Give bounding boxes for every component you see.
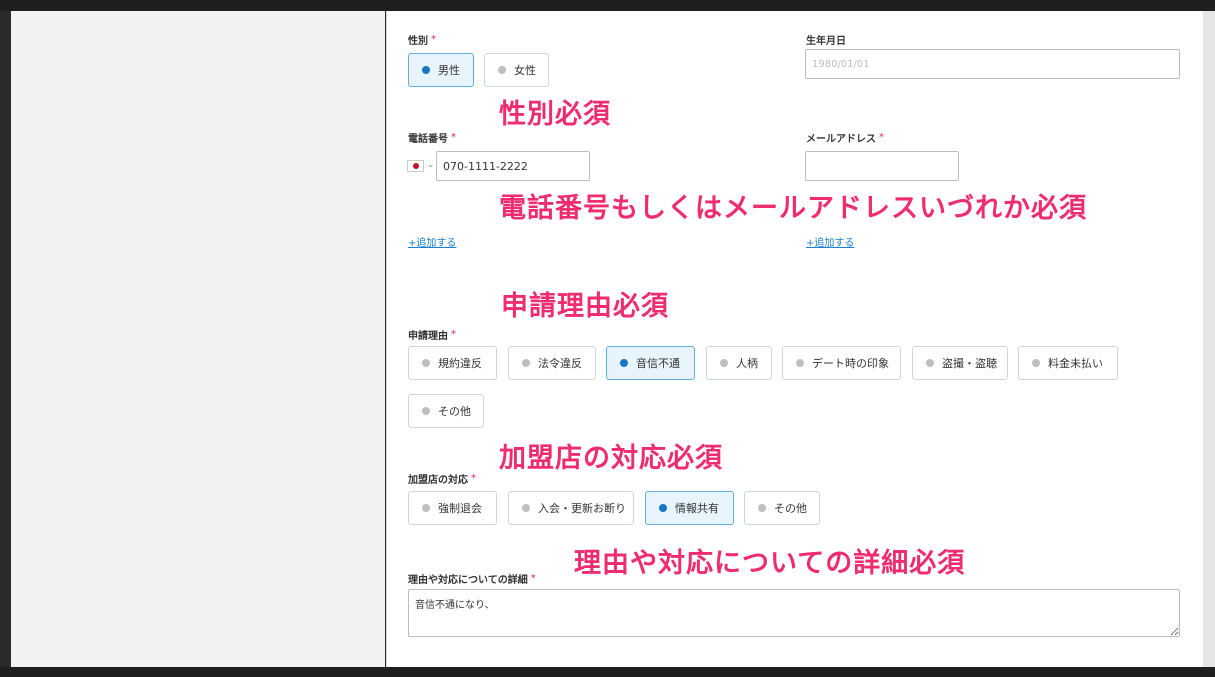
bottom-strip (0, 667, 1215, 677)
detail-label-text: 理由や対応についての詳細 (408, 575, 528, 586)
option-label: 規約違反 (438, 357, 482, 370)
annotation-response: 加盟店の対応必須 (499, 443, 723, 474)
radio-dot-icon (926, 359, 934, 367)
annotation-detail: 理由や対応についての詳細必須 (574, 548, 966, 579)
birthdate-label: 生年月日 (806, 36, 846, 47)
annotation-reason: 申請理由必須 (501, 291, 669, 322)
radio-dot-icon (422, 504, 430, 512)
reason-option-date-impression[interactable]: デート時の印象 (782, 346, 901, 380)
reason-label-text: 申請理由 (408, 331, 448, 342)
reason-option-unpaid-fee[interactable]: 料金未払い (1018, 346, 1118, 380)
option-label: デート時の印象 (812, 357, 889, 370)
option-label: 情報共有 (675, 502, 719, 515)
option-label: 男性 (438, 64, 460, 77)
phone-label-text: 電話番号 (408, 134, 448, 145)
option-label: 入会・更新お断り (538, 502, 626, 515)
radio-dot-icon (422, 407, 430, 415)
detail-textarea[interactable]: 音信不通になり、 (408, 589, 1180, 637)
option-label: 強制退会 (438, 502, 482, 515)
phone-value: 070-1111-2222 (443, 159, 528, 173)
radio-dot-icon (720, 359, 728, 367)
flag-sun-icon (413, 163, 419, 169)
radio-dot-icon (620, 359, 628, 367)
reason-option-terms-violation[interactable]: 規約違反 (408, 346, 497, 380)
response-option-info-sharing[interactable]: 情報共有 (645, 491, 734, 525)
annotation-contact: 電話番号もしくはメールアドレスいづれか必須 (499, 193, 1087, 224)
response-required-mark: * (471, 473, 476, 484)
email-add-link[interactable]: +追加する (806, 234, 854, 249)
response-option-other[interactable]: その他 (744, 491, 820, 525)
annotation-gender: 性別必須 (499, 99, 611, 130)
reason-option-voyeurism[interactable]: 盗撮・盗聴 (912, 346, 1008, 380)
gender-label: 性別 * (408, 32, 436, 47)
japan-flag-icon[interactable] (407, 160, 424, 172)
chevron-down-icon[interactable]: ⌄ (427, 160, 435, 170)
detail-label: 理由や対応についての詳細 * (408, 571, 536, 586)
radio-dot-icon (1032, 359, 1040, 367)
right-scroll-gutter (1203, 11, 1215, 667)
option-label: 女性 (514, 64, 536, 77)
option-label: その他 (774, 502, 807, 515)
phone-input[interactable]: 070-1111-2222 (436, 151, 590, 181)
option-label: 法令違反 (538, 357, 582, 370)
radio-dot-icon (498, 66, 506, 74)
response-label-text: 加盟店の対応 (408, 475, 468, 486)
radio-dot-icon (796, 359, 804, 367)
gender-option-female[interactable]: 女性 (484, 53, 549, 87)
radio-dot-icon (522, 359, 530, 367)
radio-dot-icon (758, 504, 766, 512)
response-label: 加盟店の対応 * (408, 471, 476, 486)
birthdate-placeholder: 1980/01/01 (812, 58, 870, 70)
email-required-mark: * (879, 132, 884, 143)
gender-label-text: 性別 (408, 36, 428, 47)
option-label: 人柄 (736, 357, 758, 370)
reason-option-law-violation[interactable]: 法令違反 (508, 346, 596, 380)
reason-option-other[interactable]: その他 (408, 394, 484, 428)
reason-label: 申請理由 * (408, 327, 456, 342)
reason-option-no-contact[interactable]: 音信不通 (606, 346, 695, 380)
gender-option-male[interactable]: 男性 (408, 53, 474, 87)
reason-required-mark: * (451, 329, 456, 340)
response-option-refuse-membership[interactable]: 入会・更新お断り (508, 491, 634, 525)
left-panel (11, 11, 385, 667)
radio-dot-icon (522, 504, 530, 512)
reason-option-personality[interactable]: 人柄 (706, 346, 772, 380)
email-label: メールアドレス * (806, 130, 884, 145)
phone-add-link[interactable]: +追加する (408, 234, 456, 249)
radio-dot-icon (422, 359, 430, 367)
option-label: その他 (438, 405, 471, 418)
response-option-forced-withdrawal[interactable]: 強制退会 (408, 491, 497, 525)
email-label-text: メールアドレス (806, 134, 876, 145)
option-label: 料金未払い (1048, 357, 1103, 370)
phone-label: 電話番号 * (408, 130, 456, 145)
top-strip (0, 0, 1215, 11)
email-input[interactable] (805, 151, 959, 181)
radio-dot-icon (422, 66, 430, 74)
radio-dot-icon (659, 504, 667, 512)
gender-required-mark: * (431, 34, 436, 45)
detail-required-mark: * (530, 573, 536, 584)
option-label: 盗撮・盗聴 (942, 357, 997, 370)
phone-required-mark: * (451, 132, 456, 143)
option-label: 音信不通 (636, 357, 680, 370)
birthdate-input[interactable]: 1980/01/01 (805, 49, 1180, 79)
